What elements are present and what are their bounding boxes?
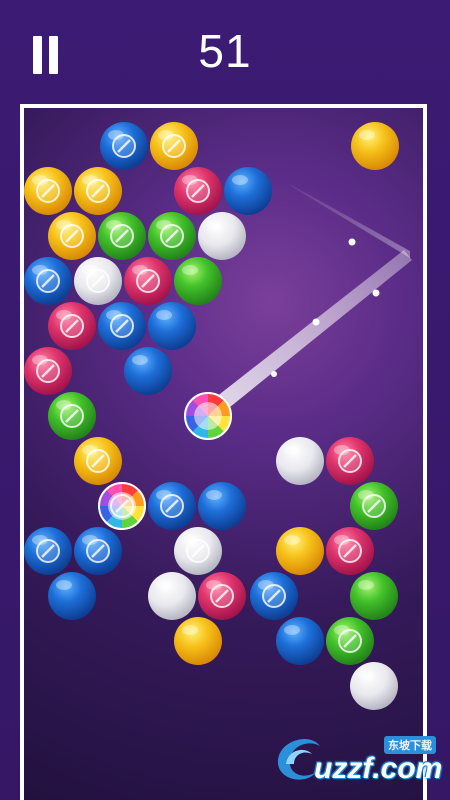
bubble [24, 167, 72, 215]
bubble [224, 167, 272, 215]
bubble [98, 482, 146, 530]
blocked-icon [60, 224, 84, 248]
bubble [198, 212, 246, 260]
blocked-icon [110, 494, 134, 518]
blocked-icon [160, 224, 184, 248]
bubble [174, 257, 222, 305]
bubble [124, 257, 172, 305]
blocked-icon [86, 269, 110, 293]
bubble-field [24, 122, 412, 710]
blocked-icon [60, 404, 84, 428]
blocked-icon [110, 314, 134, 338]
blocked-icon [186, 179, 210, 203]
bubble [326, 617, 374, 665]
bubble [74, 257, 122, 305]
bubble [326, 437, 374, 485]
bubble [124, 347, 172, 395]
blocked-icon [262, 584, 286, 608]
bubble [350, 662, 398, 710]
bubble [98, 212, 146, 260]
bubble [48, 302, 96, 350]
bubble [174, 167, 222, 215]
blocked-icon [338, 629, 362, 653]
blocked-icon [110, 224, 134, 248]
blocked-icon [86, 449, 110, 473]
bubble [174, 617, 222, 665]
bubble [148, 572, 196, 620]
blocked-icon [36, 269, 60, 293]
bubble [150, 122, 198, 170]
blocked-icon [112, 134, 136, 158]
game-board[interactable] [20, 104, 427, 800]
bubble [276, 527, 324, 575]
bubble [276, 437, 324, 485]
blocked-icon [136, 269, 160, 293]
bubble [148, 302, 196, 350]
blocked-icon [36, 539, 60, 563]
bubble [98, 302, 146, 350]
blocked-icon [362, 494, 386, 518]
blocked-icon [60, 314, 84, 338]
bubble [24, 347, 72, 395]
launcher-bubble [184, 392, 232, 440]
watermark-text: uzzf.com [314, 752, 443, 785]
bubble [48, 572, 96, 620]
blocked-icon [86, 539, 110, 563]
bubble [250, 572, 298, 620]
bubble [198, 482, 246, 530]
blocked-icon [162, 134, 186, 158]
score-counter: 51 [198, 25, 252, 77]
bubble [148, 212, 196, 260]
bubble [148, 482, 196, 530]
bubble [100, 122, 148, 170]
bubble [24, 257, 72, 305]
bubble [326, 527, 374, 575]
bubble [74, 437, 122, 485]
next-bubble [351, 122, 399, 170]
bubble [276, 617, 324, 665]
blocked-icon [338, 539, 362, 563]
blocked-icon [210, 584, 234, 608]
bubble [74, 527, 122, 575]
bubble-layer [24, 122, 399, 710]
bubble [174, 527, 222, 575]
bubble [24, 527, 72, 575]
blocked-icon [160, 494, 184, 518]
top-bar: 51 [0, 0, 450, 104]
bubble [48, 392, 96, 440]
bubble [198, 572, 246, 620]
blocked-icon [86, 179, 110, 203]
game-screen: 51 东坡下载 uzzf.com [0, 0, 450, 800]
bubble [350, 482, 398, 530]
blocked-icon [186, 539, 210, 563]
blocked-icon [36, 359, 60, 383]
bubble [48, 212, 96, 260]
watermark: 东坡下载 uzzf.com [270, 722, 450, 792]
blocked-icon [338, 449, 362, 473]
bubble [74, 167, 122, 215]
bubble [350, 572, 398, 620]
blocked-icon [36, 179, 60, 203]
